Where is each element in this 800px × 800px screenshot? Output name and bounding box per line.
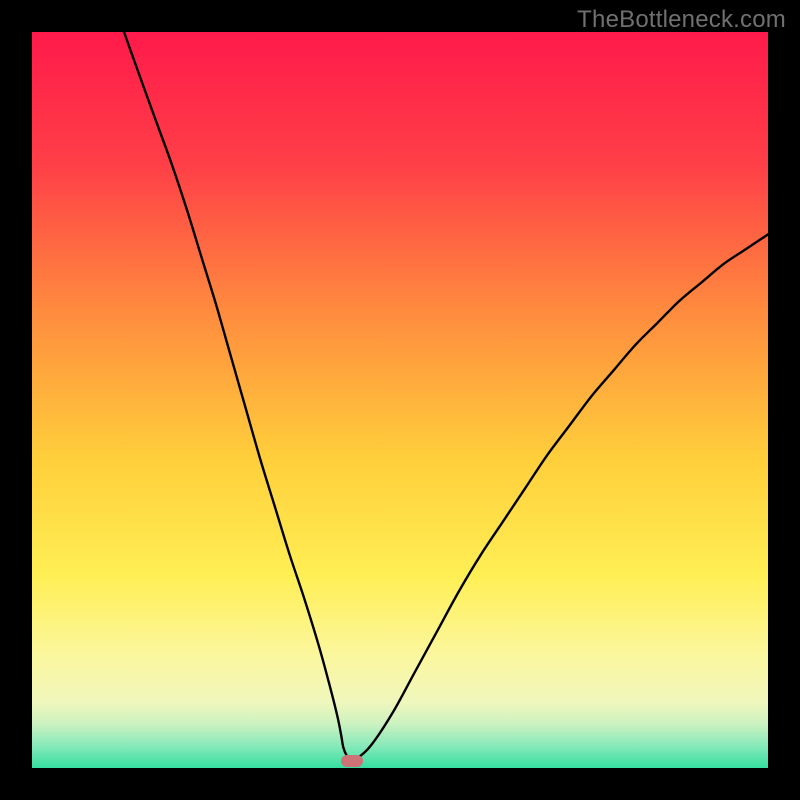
chart-frame: TheBottleneck.com	[0, 0, 800, 800]
bottleneck-curve	[32, 32, 768, 768]
optimal-marker	[341, 755, 363, 767]
watermark-text: TheBottleneck.com	[577, 6, 786, 34]
plot-area	[32, 32, 768, 768]
